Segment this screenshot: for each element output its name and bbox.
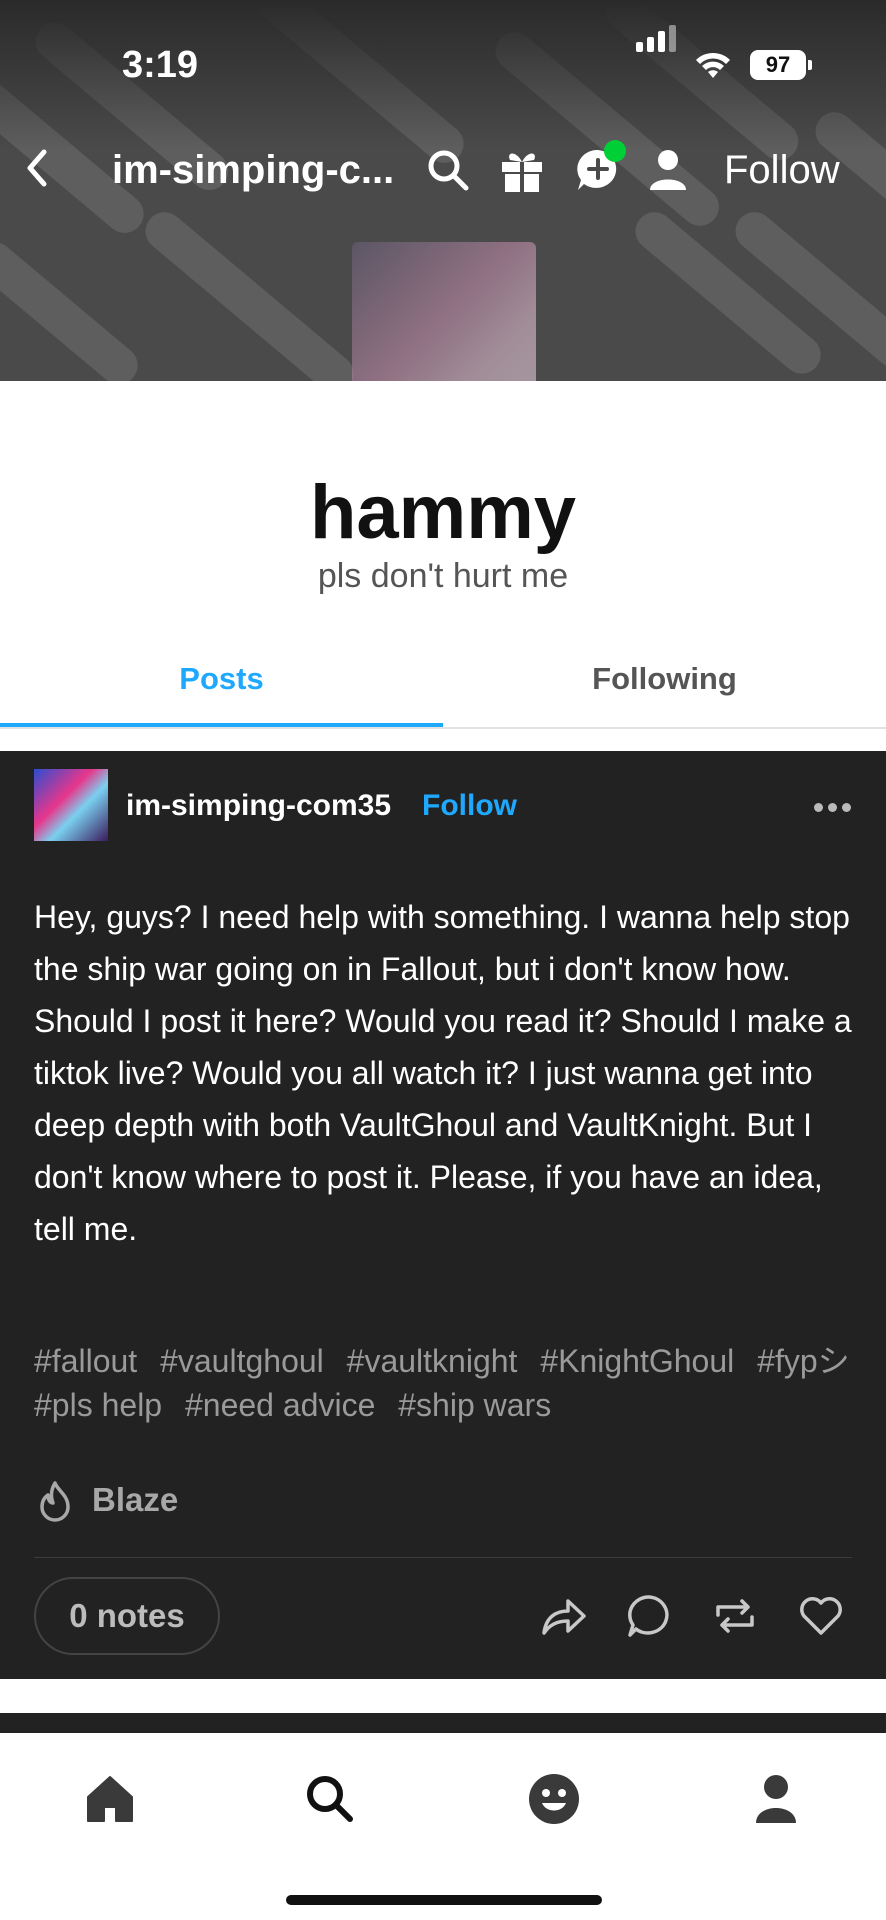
like-icon[interactable] bbox=[796, 1591, 846, 1641]
post-divider bbox=[34, 1557, 852, 1558]
blog-nav-bar: im-simping-c... Follow bbox=[0, 130, 886, 210]
tag[interactable]: #vaultghoul bbox=[160, 1343, 324, 1379]
tab-posts[interactable]: Posts bbox=[0, 661, 443, 697]
reblog-icon[interactable] bbox=[710, 1591, 760, 1641]
next-post-card bbox=[0, 1713, 886, 1733]
notification-dot bbox=[604, 140, 626, 162]
tag[interactable]: #need advice bbox=[185, 1387, 375, 1423]
battery-indicator: 97 bbox=[750, 50, 812, 80]
follow-blog-button[interactable]: Follow bbox=[724, 148, 840, 193]
reply-icon[interactable] bbox=[624, 1591, 674, 1641]
tab-following[interactable]: Following bbox=[443, 661, 886, 697]
author-avatar[interactable] bbox=[34, 769, 108, 841]
gift-icon[interactable] bbox=[496, 144, 548, 196]
flame-icon bbox=[40, 1481, 70, 1522]
blaze-label: Blaze bbox=[92, 1481, 179, 1518]
tag[interactable]: #fallout bbox=[34, 1343, 137, 1379]
post-card: im-simping-com35 Follow Hey, guys? I nee… bbox=[0, 751, 886, 1679]
status-bar: 3:19 97 bbox=[0, 0, 886, 110]
profile-icon[interactable] bbox=[746, 1769, 806, 1829]
post-tags: #fallout #vaultghoul #vaultknight #Knigh… bbox=[34, 1339, 864, 1427]
share-icon[interactable] bbox=[538, 1591, 588, 1641]
search-icon[interactable] bbox=[300, 1769, 360, 1829]
bottom-tab-bar bbox=[0, 1733, 886, 1920]
post-body: Hey, guys? I need help with something. I… bbox=[34, 899, 852, 1247]
post-author[interactable]: im-simping-com35 bbox=[126, 789, 391, 823]
home-icon[interactable] bbox=[80, 1769, 140, 1829]
tag[interactable]: #fypシ bbox=[757, 1343, 850, 1379]
wifi-icon bbox=[696, 52, 730, 78]
notes-button[interactable]: 0 notes bbox=[34, 1577, 220, 1655]
status-time: 3:19 bbox=[122, 44, 199, 86]
back-icon[interactable] bbox=[14, 142, 66, 194]
search-icon[interactable] bbox=[422, 144, 474, 196]
blog-url-title: im-simping-c... bbox=[112, 148, 395, 192]
banner-pattern bbox=[137, 204, 362, 381]
tag[interactable]: #KnightGhoul bbox=[540, 1343, 734, 1379]
home-indicator bbox=[286, 1895, 602, 1905]
person-icon[interactable] bbox=[642, 144, 694, 196]
tag[interactable]: #vaultknight bbox=[347, 1343, 518, 1379]
tag[interactable]: #pls help bbox=[34, 1387, 162, 1423]
banner-pattern bbox=[0, 234, 146, 381]
blog-title: hammy bbox=[309, 470, 577, 555]
profile-header: hammy pls don't hurt me Posts Following bbox=[0, 381, 886, 751]
tag[interactable]: #ship wars bbox=[398, 1387, 551, 1423]
more-options-icon[interactable] bbox=[814, 799, 856, 817]
tab-divider bbox=[0, 727, 886, 729]
activity-icon[interactable] bbox=[524, 1769, 584, 1829]
post-follow-button[interactable]: Follow bbox=[422, 789, 517, 823]
blog-description: pls don't hurt me bbox=[317, 557, 569, 595]
